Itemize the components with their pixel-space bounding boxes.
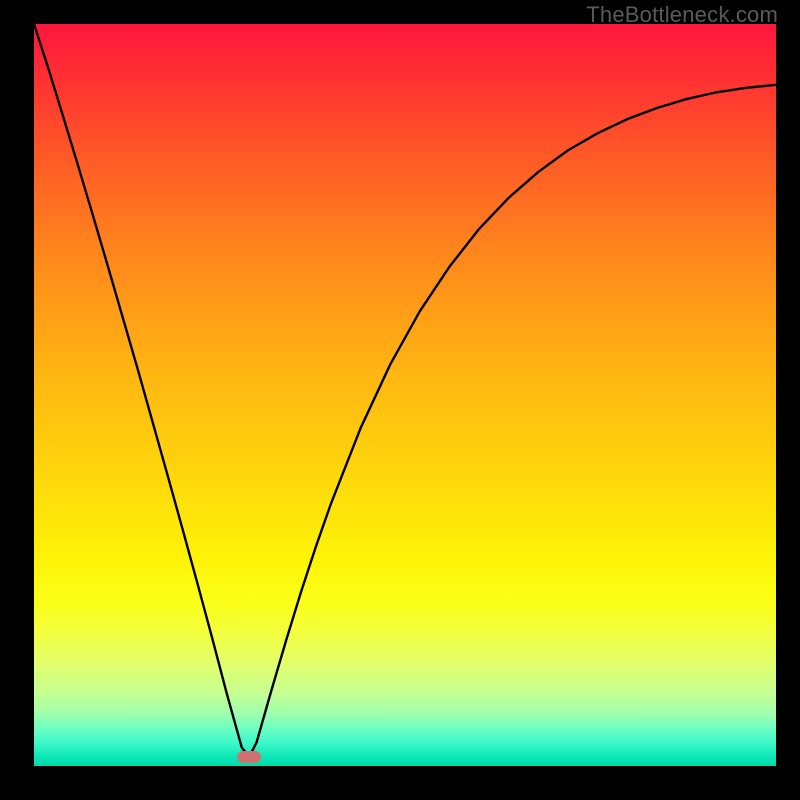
curve-svg	[34, 24, 776, 766]
minimum-marker	[237, 751, 261, 763]
plot-area	[34, 24, 776, 766]
bottleneck-curve	[34, 24, 776, 757]
chart-frame: TheBottleneck.com	[0, 0, 800, 800]
watermark-text: TheBottleneck.com	[586, 2, 778, 28]
